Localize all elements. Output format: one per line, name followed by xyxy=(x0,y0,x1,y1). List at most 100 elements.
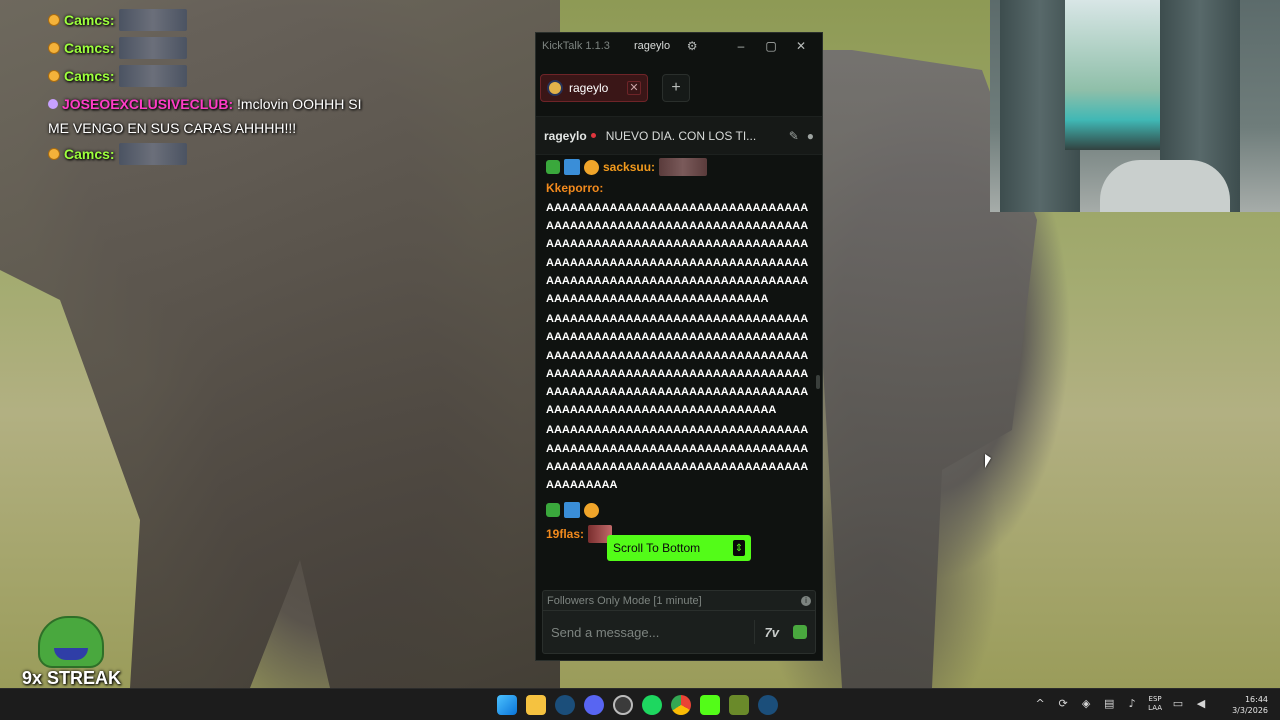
keyboard-layout: LAA xyxy=(1148,704,1162,712)
title-username[interactable]: rageylo xyxy=(634,40,670,52)
gift-badge-icon xyxy=(584,159,599,175)
stream-chat-overlay: Camcs: Camcs: Camcs: JOSEOEXCLUSIVECLUB:… xyxy=(48,0,378,168)
chat-message: sacksuu: xyxy=(546,155,812,179)
sync-icon[interactable]: ⟳ xyxy=(1056,697,1070,711)
chat-message-text: AAAAAAAAAAAAAAAAAAAAAAAAAAAAAAAAAAAAAAAA… xyxy=(546,424,809,492)
clock[interactable]: 16:44 3/3/2026 xyxy=(1232,694,1268,716)
volume-icon[interactable]: ◀ xyxy=(1194,697,1208,711)
overlay-line: Camcs: xyxy=(48,140,378,168)
chat-username[interactable]: sacksuu: xyxy=(603,160,655,174)
emote-image xyxy=(118,37,187,59)
clock-time: 16:44 xyxy=(1244,695,1268,704)
avatar xyxy=(547,79,563,96)
language-code: ESP xyxy=(1148,695,1162,703)
divider xyxy=(753,620,755,644)
mouse-cursor-icon xyxy=(985,454,991,468)
7tv-emote-button[interactable]: 7v xyxy=(765,625,779,640)
webcam-chair xyxy=(1100,160,1230,212)
chat-message-text: AAAAAAAAAAAAAAAAAAAAAAAAAAAAAAAAAAAAAAAA… xyxy=(546,202,809,306)
overlay-username: JOSEOEXCLUSIVECLUB: xyxy=(62,96,234,112)
overlay-line: Camcs: xyxy=(48,62,378,90)
taskbar-apps xyxy=(497,695,778,715)
emote-image xyxy=(118,65,187,87)
system-tray: ^ ⟳ ◈ ▤ ♪ ESP LAA ▭ ◀ xyxy=(1033,695,1208,713)
gift-badge-icon xyxy=(48,42,60,54)
language-indicator[interactable]: ESP LAA xyxy=(1148,695,1162,713)
maximize-icon[interactable]: ▢ xyxy=(756,39,786,53)
discord-icon[interactable] xyxy=(584,695,604,715)
moderator-badge-icon xyxy=(546,160,560,174)
kick-emote-icon[interactable] xyxy=(793,625,807,639)
scroll-to-bottom-button[interactable]: Scroll To Bottom ⇕ xyxy=(607,535,751,561)
subscriber-badge-icon xyxy=(564,159,580,175)
stream-title: NUEVO DIA. CON LOS TI... xyxy=(605,128,757,143)
steam-icon[interactable] xyxy=(555,695,575,715)
scrollbar[interactable] xyxy=(816,375,820,389)
pin-icon[interactable]: ✎ xyxy=(789,129,799,143)
overlay-username: Camcs: xyxy=(64,12,115,28)
emote-image xyxy=(118,143,187,165)
shield-icon[interactable]: ◈ xyxy=(1079,697,1093,711)
chat-username[interactable]: Kkeporro: xyxy=(546,179,812,197)
gift-badge-icon xyxy=(48,70,60,82)
network-icon[interactable]: ▤ xyxy=(1102,697,1116,711)
overlay-line: Camcs: xyxy=(48,34,378,62)
overlay-line: JOSEOEXCLUSIVECLUB: !mclovin OOHHH SI ME… xyxy=(48,90,378,140)
spotify-icon[interactable] xyxy=(642,695,662,715)
user-icon[interactable]: ● xyxy=(807,129,814,143)
tab-label: rageylo xyxy=(569,80,609,95)
channel-actions: ✎ ● xyxy=(789,129,814,143)
channel-name[interactable]: rageylo xyxy=(544,129,587,143)
file-explorer-icon[interactable] xyxy=(526,695,546,715)
minimize-icon[interactable]: – xyxy=(726,39,756,53)
obs-icon[interactable] xyxy=(613,695,633,715)
gear-icon[interactable]: ⚙ xyxy=(682,39,702,53)
channel-tabs: rageylo ✕ + xyxy=(536,59,822,117)
chat-message: Kkeporro: AAAAAAAAAAAAAAAAAAAAAAAAAAAAAA… xyxy=(546,179,812,494)
scroll-to-bottom-label: Scroll To Bottom xyxy=(613,541,701,555)
webcam-window xyxy=(1065,0,1160,150)
moderator-badge-icon xyxy=(546,503,560,518)
emote-image xyxy=(659,158,708,176)
chat-message-text: AAAAAAAAAAAAAAAAAAAAAAAAAAAAAAAAAAAAAAAA… xyxy=(546,313,809,417)
clock-date: 3/3/2026 xyxy=(1232,706,1268,715)
subscriber-badge-icon xyxy=(564,502,580,519)
followers-mode-banner: Followers Only Mode [1 minute] i xyxy=(542,590,816,610)
arrows-icon: ⇕ xyxy=(733,540,745,556)
emote-image xyxy=(118,9,187,31)
display-icon[interactable]: ▭ xyxy=(1171,697,1185,711)
message-input[interactable] xyxy=(551,624,744,640)
kicktalk-window: KickTalk 1.1.3 rageylo ⚙ – ▢ ✕ rageylo ✕… xyxy=(535,32,823,661)
streak-counter: 9x STREAK xyxy=(22,668,122,688)
gift-badge-icon xyxy=(48,14,60,26)
close-tab-icon[interactable]: ✕ xyxy=(627,80,641,95)
gift-badge-icon xyxy=(584,502,599,518)
chrome-icon[interactable] xyxy=(671,695,691,715)
overlay-username: Camcs: xyxy=(64,68,115,84)
app-title: KickTalk 1.1.3 xyxy=(542,40,610,52)
taskbar: ^ ⟳ ◈ ▤ ♪ ESP LAA ▭ ◀ 16:44 3/3/2026 xyxy=(0,688,1280,720)
chevron-up-icon[interactable]: ^ xyxy=(1033,697,1047,711)
window-controls: – ▢ ✕ xyxy=(726,39,816,53)
add-tab-button[interactable]: + xyxy=(662,73,690,102)
user-badge-icon xyxy=(48,99,58,109)
info-icon[interactable]: i xyxy=(801,595,811,606)
pepe-app-icon[interactable] xyxy=(729,695,749,715)
pepe-frog-icon xyxy=(38,616,104,668)
overlay-line: Camcs: xyxy=(48,6,378,34)
chat-messages[interactable]: sacksuu: Kkeporro: AAAAAAAAAAAAAAAAAAAAA… xyxy=(536,155,822,590)
titlebar: KickTalk 1.1.3 rageylo ⚙ – ▢ ✕ xyxy=(536,33,822,59)
steam-icon[interactable] xyxy=(758,695,778,715)
chat-message xyxy=(546,498,812,522)
chat-username[interactable]: 19flas: xyxy=(546,527,584,541)
windows-start-icon[interactable] xyxy=(497,695,517,715)
live-indicator-icon xyxy=(590,133,596,138)
microphone-icon[interactable]: ♪ xyxy=(1125,697,1139,711)
overlay-username: Camcs: xyxy=(64,146,115,162)
kick-icon[interactable] xyxy=(700,695,720,715)
overlay-username: Camcs: xyxy=(64,40,115,56)
followers-mode-text: Followers Only Mode [1 minute] xyxy=(547,594,702,607)
gift-badge-icon xyxy=(48,148,60,160)
tab-rageylo[interactable]: rageylo ✕ xyxy=(540,73,648,102)
close-icon[interactable]: ✕ xyxy=(786,39,816,53)
